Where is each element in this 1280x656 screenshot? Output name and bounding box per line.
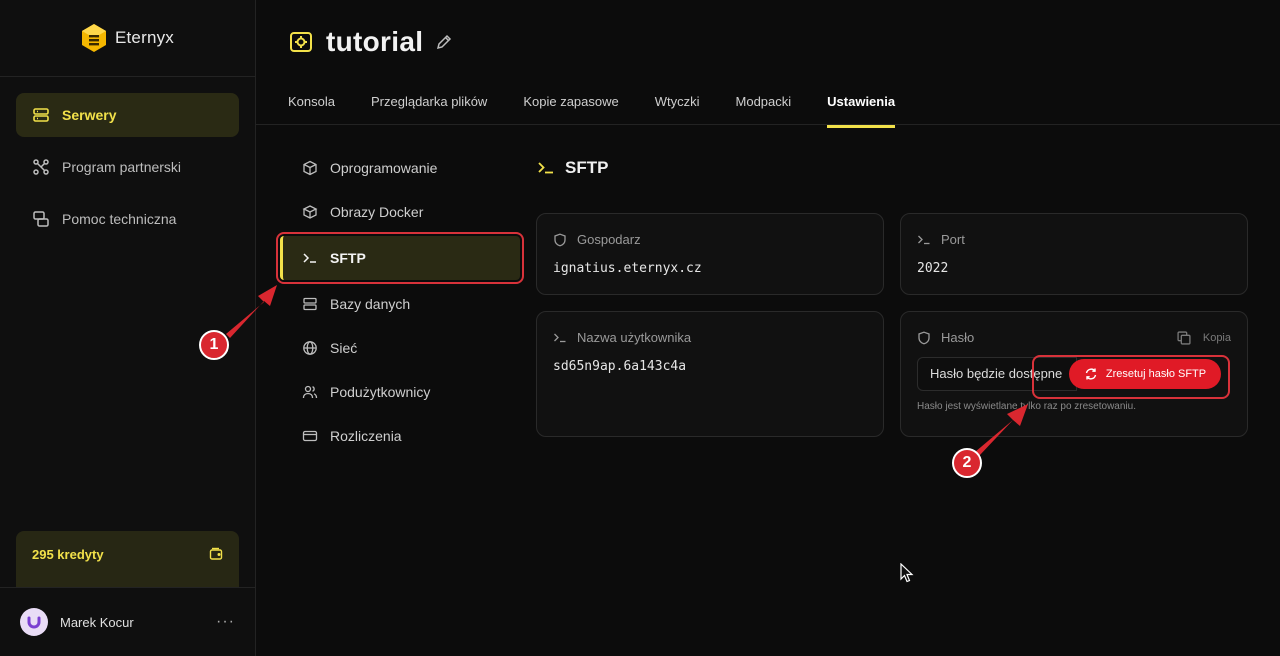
host-label-row: Gospodarz: [553, 232, 867, 247]
sidebar-item-label: Program partnerski: [62, 159, 182, 175]
terminal-icon: [554, 333, 566, 342]
page-title: tutorial: [326, 26, 424, 57]
tab-backups[interactable]: Kopie zapasowe: [523, 86, 618, 128]
port-label: Port: [941, 232, 965, 247]
user-menu[interactable]: Marek Kocur ···: [0, 587, 255, 656]
terminal-icon: [303, 253, 316, 263]
network-icon: [33, 159, 49, 175]
username-value[interactable]: sd65n9ap.6a143c4a: [553, 359, 867, 374]
username-label-row: Nazwa użytkownika: [553, 330, 867, 345]
server-settings-icon: [290, 32, 312, 52]
cube-icon: [303, 160, 317, 176]
sidebar-item-label: Pomoc techniczna: [62, 211, 177, 227]
credits-label: 295 kredyty: [32, 547, 104, 562]
submenu-label: Rozliczenia: [330, 428, 402, 444]
users-icon: [302, 385, 318, 399]
host-label: Gospodarz: [577, 232, 641, 247]
annotation-badge-2: 2: [952, 448, 982, 478]
submenu-item-software[interactable]: Oprogramowanie: [280, 146, 520, 190]
sidebar-item-support[interactable]: Pomoc techniczna: [16, 197, 239, 241]
submenu-label: Podużytkownicy: [330, 384, 431, 400]
tab-settings[interactable]: Ustawienia: [827, 86, 896, 128]
host-card: Gospodarz ignatius.eternyx.cz: [536, 213, 884, 295]
section-title-text: SFTP: [565, 158, 609, 177]
mouse-cursor-icon: [900, 563, 914, 583]
submenu-item-sftp[interactable]: SFTP: [276, 232, 524, 284]
box-icon: [302, 205, 318, 219]
password-label: Hasło: [941, 330, 975, 345]
copy-label: Kopia: [1202, 331, 1231, 344]
submenu-label: Bazy danych: [330, 296, 411, 312]
tab-plugins[interactable]: Wtyczki: [655, 86, 700, 128]
server-icon: [33, 108, 49, 122]
brand[interactable]: Eternyx: [0, 0, 255, 77]
terminal-icon: [538, 162, 553, 174]
submenu-item-databases[interactable]: Bazy danych: [280, 282, 520, 326]
tab-file-browser[interactable]: Przeglądarka plików: [371, 86, 487, 128]
brand-name: Eternyx: [114, 28, 175, 47]
tab-console[interactable]: Konsola: [288, 86, 335, 128]
annotation-badge-1: 1: [199, 330, 229, 360]
host-value[interactable]: ignatius.eternyx.cz: [553, 261, 867, 276]
card-icon: [302, 430, 318, 442]
sidebar-item-partner[interactable]: Program partnerski: [16, 145, 239, 189]
tab-bar: Konsola Przeglądarka plików Kopie zapaso…: [288, 86, 931, 128]
sidebar-item-label: Serwery: [62, 107, 117, 123]
copy-button[interactable]: Kopia: [1177, 330, 1231, 345]
submenu-label: SFTP: [330, 250, 366, 266]
submenu-label: Oprogramowanie: [330, 160, 438, 176]
password-hint: Hasło jest wyświetlane tylko raz po zres…: [917, 401, 1136, 412]
more-icon[interactable]: ···: [216, 613, 235, 631]
copy-icon: [1177, 330, 1191, 345]
port-value[interactable]: 2022: [917, 261, 1231, 276]
database-icon: [303, 297, 317, 311]
sidebar-item-servers[interactable]: Serwery: [16, 93, 239, 137]
sidebar-nav: Serwery Program partnerski Pomoc technic…: [16, 93, 239, 249]
section-title: SFTP: [537, 158, 608, 178]
shield-icon: [918, 331, 930, 344]
terminal-icon: [918, 235, 930, 244]
eternyx-logo-icon: [81, 24, 106, 52]
avatar: [20, 608, 48, 636]
settings-submenu: Oprogramowanie Obrazy Docker SFTP Bazy d…: [276, 146, 524, 458]
user-name: Marek Kocur: [60, 614, 134, 630]
username-card: Nazwa użytkownika sd65n9ap.6a143c4a: [536, 311, 884, 437]
page-header: tutorial Konsola Przeglądarka plików Kop…: [256, 0, 1280, 128]
submenu-item-subusers[interactable]: Podużytkownicy: [280, 370, 520, 414]
sidebar: Eternyx Serwery Program partnerski Pomoc…: [0, 0, 256, 656]
globe-icon: [303, 341, 317, 355]
submenu-label: Sieć: [330, 340, 358, 356]
submenu-item-network[interactable]: Sieć: [280, 326, 520, 370]
shield-icon: [554, 233, 566, 246]
wallet-icon[interactable]: [209, 547, 223, 561]
title-row: tutorial: [288, 26, 453, 58]
support-icon: [33, 211, 49, 227]
submenu-label: Obrazy Docker: [330, 204, 424, 220]
edit-pencil-icon[interactable]: [435, 33, 453, 51]
port-label-row: Port: [917, 232, 1231, 247]
credits-panel[interactable]: 295 kredyty: [16, 531, 239, 587]
submenu-item-docker[interactable]: Obrazy Docker: [280, 190, 520, 234]
username-label: Nazwa użytkownika: [577, 330, 692, 345]
password-label-row: Hasło Kopia: [917, 330, 1231, 345]
submenu-item-billing[interactable]: Rozliczenia: [280, 414, 520, 458]
port-card: Port 2022: [900, 213, 1248, 295]
tab-modpacks[interactable]: Modpacki: [736, 86, 792, 128]
annotation-outline: [1032, 355, 1230, 399]
avatar-glyph-icon: [27, 616, 41, 629]
